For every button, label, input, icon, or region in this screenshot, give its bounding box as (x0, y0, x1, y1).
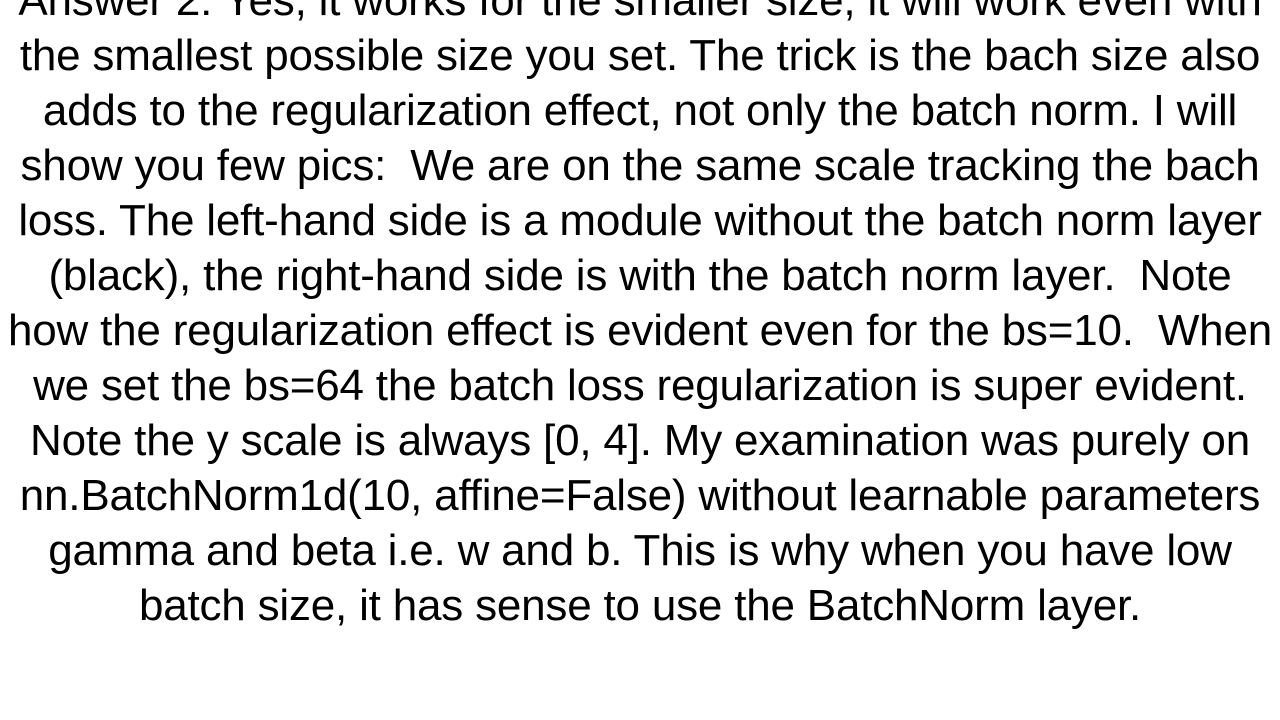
text-screenshot-viewport: Answer 2: Yes, it works for the smaller … (0, 0, 1280, 720)
answer-paragraph: Answer 2: Yes, it works for the smaller … (8, 0, 1272, 630)
